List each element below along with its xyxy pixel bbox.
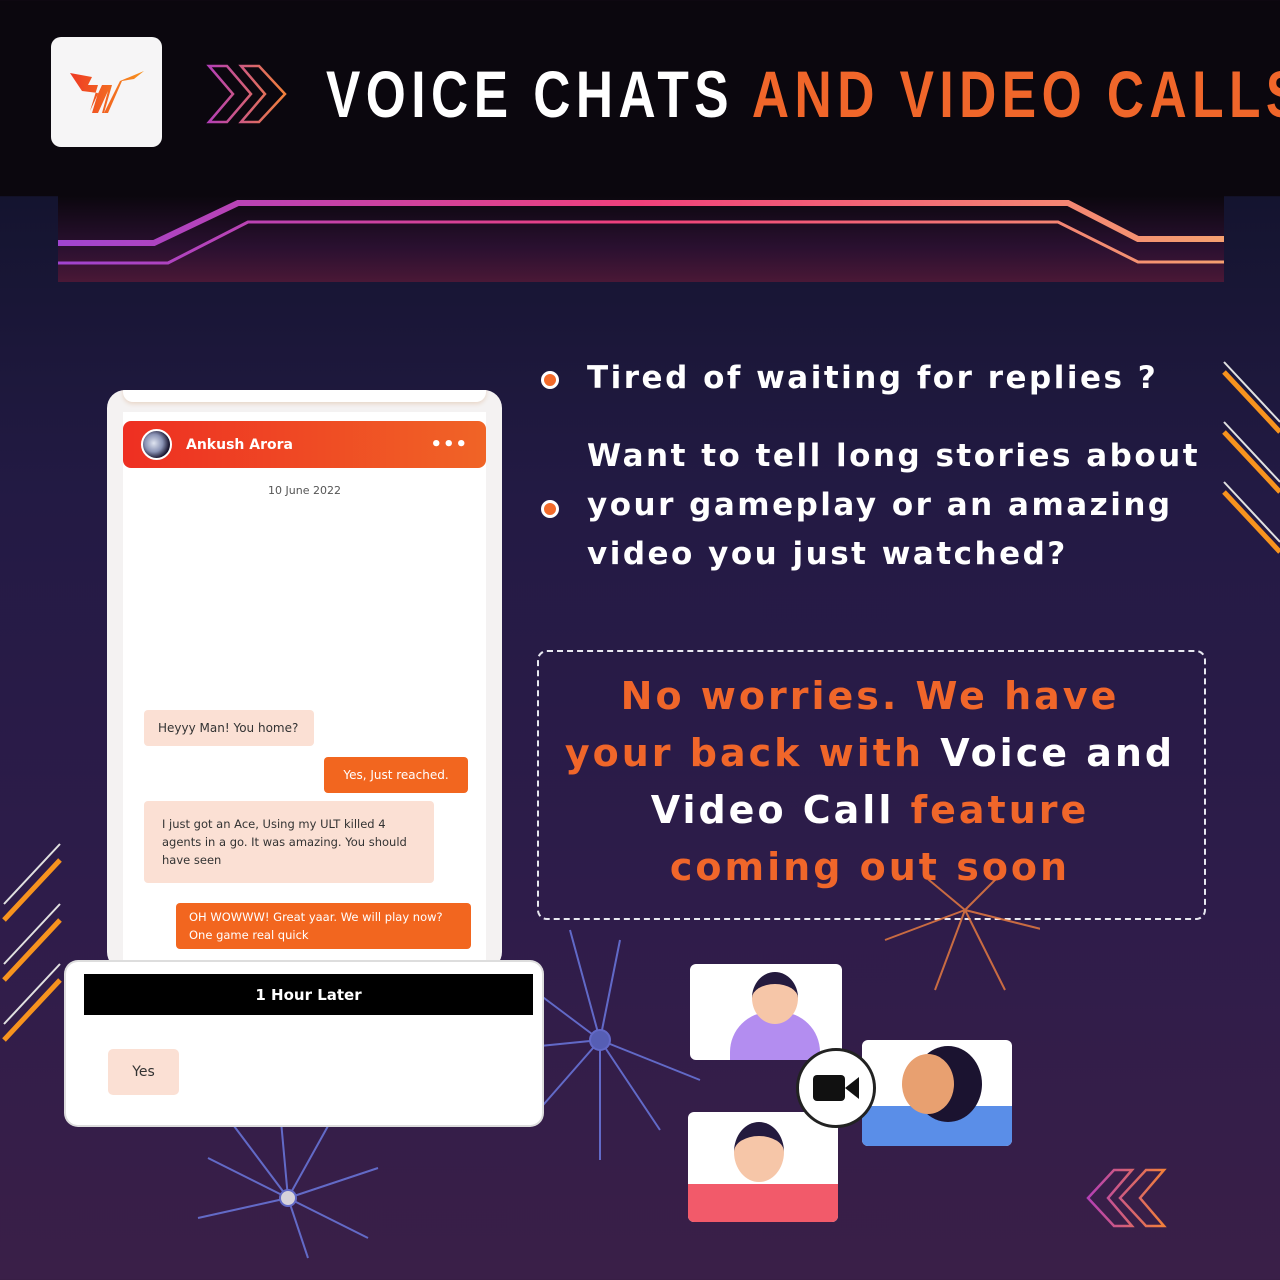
bullet-dot	[541, 500, 559, 518]
page-title: VOICE CHATS AND VIDEO CALLS	[326, 57, 1280, 131]
avatar[interactable]	[141, 429, 172, 460]
chevrons-decoration-icon	[2, 843, 62, 1042]
neon-lines-decoration	[58, 200, 1224, 265]
chat-header: Ankush Arora •••	[123, 421, 486, 468]
contact-name: Ankush Arora	[186, 436, 293, 453]
brand-logo	[51, 37, 162, 147]
time-divider: 1 Hour Later	[84, 974, 533, 1015]
chat-date: 10 June 2022	[268, 484, 341, 497]
message-incoming: Heyyy Man! You home?	[144, 710, 314, 746]
video-camera-icon[interactable]	[796, 1048, 876, 1128]
callout-text: No worries. We have your back with Voice…	[564, 674, 1176, 889]
participant-tile	[690, 964, 842, 1060]
bullet-text-1: Tired of waiting for replies ?	[587, 360, 1159, 396]
message-incoming: Yes	[108, 1049, 179, 1095]
chevrons-left-icon	[1086, 1168, 1167, 1228]
bullet-dot	[541, 371, 559, 389]
chevrons-right-icon	[206, 64, 287, 124]
later-card: 1 Hour Later Yes	[66, 962, 542, 1125]
neon-banner	[58, 196, 1224, 282]
message-outgoing: OH WOWWW! Great yaar. We will play now? …	[176, 903, 471, 949]
chat-phone-mockup: Ankush Arora ••• 10 June 2022 Heyyy Man!…	[107, 390, 502, 970]
chevrons-down-decoration-icon	[1222, 361, 1280, 554]
participant-tile	[688, 1112, 838, 1222]
participant-tile	[862, 1040, 1012, 1146]
message-outgoing: Yes, Just reached.	[324, 757, 468, 793]
logo-mark-icon	[69, 71, 144, 113]
more-options-icon[interactable]: •••	[430, 434, 468, 455]
bullet-text-2: Want to tell long stories about your game…	[587, 438, 1201, 572]
search-bar	[123, 390, 486, 402]
video-call-illustration	[686, 960, 1016, 1225]
message-incoming: I just got an Ace, Using my ULT killed 4…	[144, 801, 434, 883]
